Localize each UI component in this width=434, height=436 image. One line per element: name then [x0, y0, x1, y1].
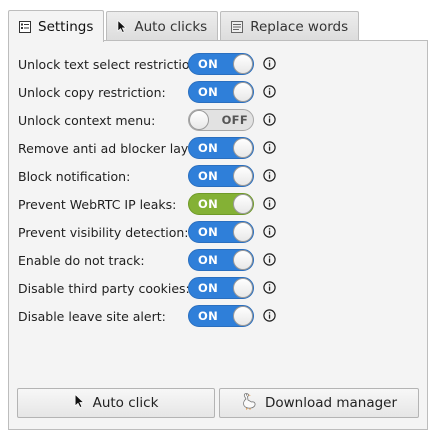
visibility-toggle[interactable]: ON: [188, 221, 254, 243]
notification-toggle[interactable]: ON: [188, 165, 254, 187]
setting-row-do-not-track: Enable do not track: ON: [18, 249, 278, 271]
setting-row-copy: Unlock copy restriction: ON: [18, 81, 278, 103]
toggle-state: ON: [198, 225, 219, 239]
download-manager-button[interactable]: Download manager: [219, 388, 419, 418]
goose-icon: [241, 392, 257, 414]
toggle-state: ON: [198, 253, 219, 267]
toggle-knob: [233, 222, 253, 242]
button-label: Download manager: [264, 395, 398, 411]
info-icon[interactable]: [262, 308, 277, 323]
toggle-state: ON: [198, 57, 219, 71]
info-icon[interactable]: [262, 112, 277, 127]
setting-label: Prevent visibility detection:: [18, 224, 189, 240]
setting-row-notification: Block notification: ON: [18, 165, 278, 187]
leave-site-alert-toggle[interactable]: ON: [188, 305, 254, 327]
toggle-state: ON: [198, 281, 219, 295]
setting-row-leave-site-alert: Disable leave site alert: ON: [18, 305, 278, 327]
setting-row-text-select: Unlock text select restriction: ON: [18, 53, 278, 75]
toggle-state: OFF: [221, 113, 248, 127]
context-menu-toggle[interactable]: OFF: [188, 109, 254, 131]
setting-label: Disable third party cookies:: [18, 280, 190, 296]
info-icon[interactable]: [262, 140, 277, 155]
setting-row-visibility: Prevent visibility detection: ON: [18, 221, 278, 243]
toggle-knob: [233, 166, 253, 186]
tab-auto-clicks[interactable]: Auto clicks: [106, 11, 219, 41]
info-icon[interactable]: [262, 196, 277, 211]
toggle-knob: [233, 82, 253, 102]
text-select-toggle[interactable]: ON: [188, 53, 254, 75]
do-not-track-toggle[interactable]: ON: [188, 249, 254, 271]
setting-label: Remove anti ad blocker layer:: [18, 140, 206, 156]
toggle-knob: [233, 54, 253, 74]
cursor-icon: [117, 20, 127, 33]
info-icon[interactable]: [262, 168, 277, 183]
info-icon[interactable]: [262, 280, 277, 295]
cursor-icon: [74, 393, 85, 412]
toggle-state: ON: [198, 309, 219, 323]
setting-label: Enable do not track:: [18, 252, 145, 268]
setting-label: Prevent WebRTC IP leaks:: [18, 196, 177, 212]
setting-row-anti-adblock: Remove anti ad blocker layer: ON: [18, 137, 278, 159]
info-icon[interactable]: [262, 56, 277, 71]
tab-label: Auto clicks: [134, 18, 208, 35]
toggle-knob: [233, 138, 253, 158]
toggle-state: ON: [198, 85, 219, 99]
tab-label: Settings: [38, 18, 94, 35]
settings-list-icon: [19, 20, 31, 33]
anti-adblock-toggle[interactable]: ON: [188, 137, 254, 159]
setting-label: Disable leave site alert:: [18, 308, 166, 324]
setting-row-context-menu: Unlock context menu: OFF: [18, 109, 278, 131]
info-icon[interactable]: [262, 252, 277, 267]
setting-label: Block notification:: [18, 168, 131, 184]
document-icon: [231, 20, 244, 33]
toggle-state: ON: [198, 169, 219, 183]
toggle-state: ON: [198, 141, 219, 155]
setting-label: Unlock copy restriction:: [18, 84, 166, 100]
info-icon[interactable]: [262, 224, 277, 239]
tab-label: Replace words: [250, 18, 349, 35]
tab-settings[interactable]: Settings: [8, 10, 105, 42]
setting-label: Unlock text select restriction:: [18, 56, 202, 72]
toggle-state: ON: [198, 197, 219, 211]
setting-row-webrtc: Prevent WebRTC IP leaks: ON: [18, 193, 278, 215]
toggle-knob: [189, 110, 209, 130]
setting-label: Unlock context menu:: [18, 112, 156, 128]
button-label: Auto click: [92, 395, 159, 411]
auto-click-button[interactable]: Auto click: [17, 388, 215, 418]
webrtc-toggle[interactable]: ON: [188, 193, 254, 215]
toggle-knob: [233, 306, 253, 326]
tab-bar: Settings Auto clicks Replace words: [8, 9, 361, 42]
tab-replace-words[interactable]: Replace words: [220, 11, 360, 41]
third-party-cookies-toggle[interactable]: ON: [188, 277, 254, 299]
toggle-knob: [233, 278, 253, 298]
toggle-knob: [233, 250, 253, 270]
info-icon[interactable]: [262, 84, 277, 99]
copy-toggle[interactable]: ON: [188, 81, 254, 103]
settings-panel: Unlock text select restriction: ON Unloc…: [8, 40, 428, 430]
toggle-knob: [233, 194, 253, 214]
setting-row-third-party-cookies: Disable third party cookies: ON: [18, 277, 278, 299]
